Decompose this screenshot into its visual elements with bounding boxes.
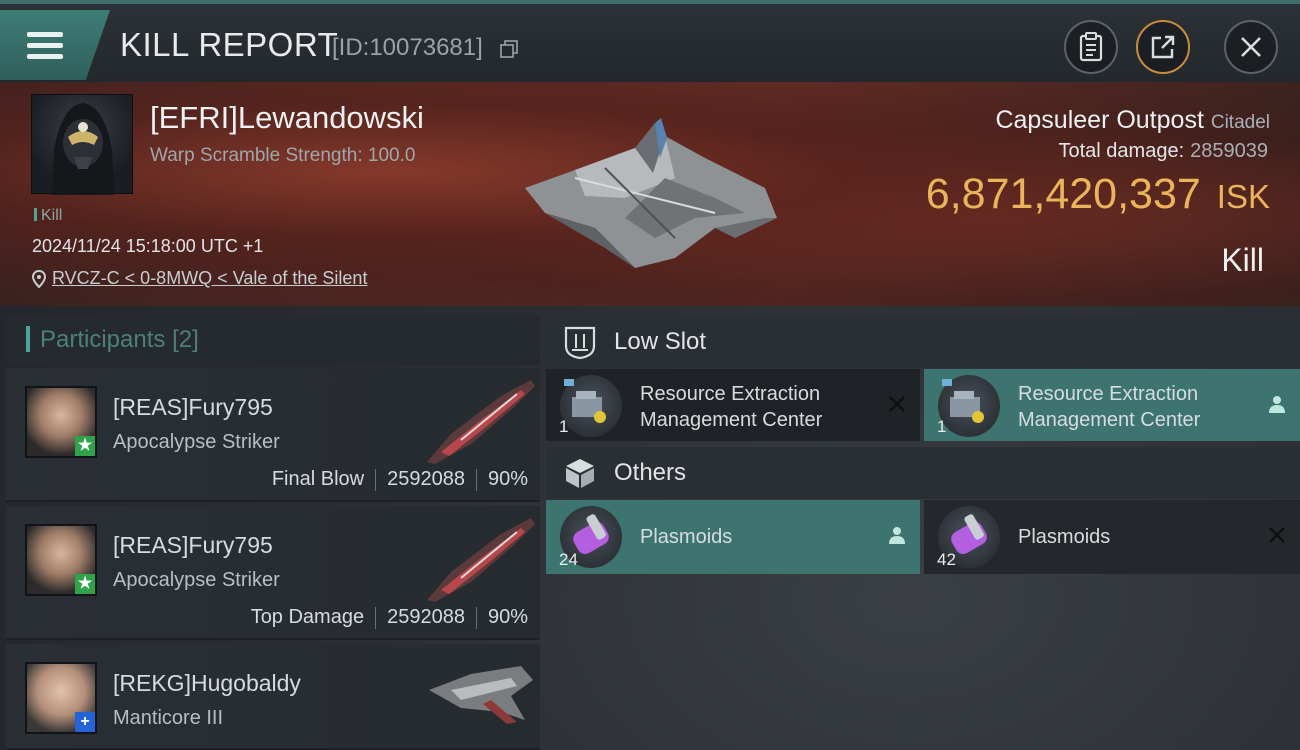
participant-row[interactable]: + [REKG]Hugobaldy Manticore III <box>6 644 540 750</box>
target-structure-name: Capsuleer Outpost <box>995 106 1204 134</box>
person-icon <box>889 527 905 544</box>
cargo-item[interactable]: 24 Plasmoids <box>546 500 920 574</box>
clipboard-icon <box>1079 32 1103 62</box>
close-icon <box>1241 37 1261 57</box>
victim-name[interactable]: [EFRI]Lewandowski <box>150 100 424 136</box>
top-bar: KILL REPORT [ID:10073681] <box>0 0 1300 82</box>
ship-image <box>427 380 535 464</box>
item-name-line2: Management Center <box>1018 409 1201 431</box>
kill-location[interactable]: RVCZ-C < 0-8MWQ < Vale of the Silent <box>32 268 367 289</box>
avatar[interactable]: + <box>25 662 97 734</box>
section-accent-bar <box>26 326 30 352</box>
target-name: Capsuleer Outpost Citadel <box>995 106 1270 135</box>
participants-count: [2] <box>172 326 199 353</box>
participant-name[interactable]: [REAS]Fury795 <box>113 394 273 421</box>
destroyed-close-icon <box>889 396 905 412</box>
ship-image <box>427 518 535 602</box>
person-icon <box>1269 396 1285 413</box>
menu-button[interactable] <box>0 10 110 80</box>
participant-role: Top Damage <box>250 606 365 628</box>
citadel-structure-image <box>525 118 777 268</box>
location-pin-icon <box>32 269 46 288</box>
module-icon <box>560 375 622 437</box>
participant-ship: Apocalypse Striker <box>113 431 280 453</box>
module-slot[interactable]: 1 Resource Extraction Management Center <box>546 369 920 441</box>
total-damage-label: Total damage: <box>1058 140 1185 162</box>
item-name: Resource Extraction Management Center <box>1018 381 1200 433</box>
destroyed-close-icon <box>1269 527 1285 543</box>
participant-row[interactable]: ★ [REAS]Fury795 Apocalypse Striker Top D… <box>6 506 540 640</box>
kill-datetime: 2024/11/24 15:18:00 UTC +1 <box>32 236 264 256</box>
participant-ship: Apocalypse Striker <box>113 569 280 591</box>
participant-damage: 2592088 <box>387 468 465 490</box>
low-slot-icon <box>564 326 596 360</box>
item-name-line2: Management Center <box>640 409 823 431</box>
cargo-item[interactable]: 42 Plasmoids <box>924 500 1300 574</box>
low-slot-label: Low Slot <box>614 328 707 355</box>
kill-tag: Kill <box>34 207 62 225</box>
participants-header: Participants [2] <box>6 316 540 366</box>
target-class: Citadel <box>1210 112 1270 133</box>
participants-label: Participants <box>40 326 166 353</box>
avatar[interactable]: ★ <box>25 524 97 596</box>
isk-value: 6,871,420,337 ISK <box>926 170 1270 219</box>
others-label: Others <box>614 459 687 486</box>
participants-list: ★ [REAS]Fury795 Apocalypse Striker Final… <box>6 368 540 750</box>
participant-row[interactable]: ★ [REAS]Fury795 Apocalypse Striker Final… <box>6 368 540 502</box>
module-slot[interactable]: 1 Resource Extraction Management Center <box>924 369 1300 441</box>
report-id: [ID:10073681] <box>332 34 483 61</box>
page-title: KILL REPORT <box>120 26 339 63</box>
divider <box>375 468 377 491</box>
isk-amount: 6,871,420,337 <box>925 170 1201 218</box>
item-name: Plasmoids <box>640 526 733 548</box>
item-name-line1: Resource Extraction <box>1018 383 1199 405</box>
module-icon <box>938 375 1000 437</box>
pilot-helmet-icon <box>52 103 114 195</box>
participant-stats: Final Blow 2592088 90% <box>272 468 528 491</box>
copy-icon[interactable] <box>500 40 518 58</box>
participants-title: Participants [2] <box>40 326 199 354</box>
item-name: Plasmoids <box>1018 526 1111 548</box>
location-link[interactable]: RVCZ-C < 0-8MWQ < Vale of the Silent <box>52 268 367 289</box>
participant-name[interactable]: [REAS]Fury795 <box>113 532 273 559</box>
participant-percent: 90% <box>487 468 528 490</box>
share-button[interactable] <box>1136 20 1190 74</box>
corp-badge: ★ <box>75 574 95 594</box>
total-damage-value: 2859039 <box>1190 140 1268 162</box>
low-slot-header: Low Slot <box>546 316 1300 368</box>
item-name: Resource Extraction Management Center <box>640 381 822 433</box>
victim-stat: Warp Scramble Strength: 100.0 <box>150 145 416 166</box>
cargo-box-icon <box>566 459 594 488</box>
kill-result: Kill <box>1221 242 1264 278</box>
participant-damage: 2592088 <box>387 606 465 628</box>
item-quantity: 1 <box>937 417 947 436</box>
others-header: Others <box>546 447 1300 499</box>
kill-summary-banner: [EFRI]Lewandowski Warp Scramble Strength… <box>0 82 1300 306</box>
item-name-line1: Resource Extraction <box>640 383 821 405</box>
share-icon <box>1151 35 1175 59</box>
isk-unit: ISK <box>1216 178 1270 215</box>
item-quantity: 42 <box>937 550 956 569</box>
corp-badge: ★ <box>75 436 95 456</box>
victim-portrait[interactable] <box>31 94 133 195</box>
avatar[interactable]: ★ <box>25 386 97 458</box>
item-quantity: 1 <box>559 417 569 436</box>
participant-ship: Manticore III <box>113 707 224 729</box>
divider <box>375 606 377 629</box>
divider <box>475 606 477 629</box>
close-button[interactable] <box>1224 20 1278 74</box>
participant-name[interactable]: [REKG]Hugobaldy <box>113 670 301 697</box>
clipboard-button[interactable] <box>1064 20 1118 74</box>
participant-percent: 90% <box>487 606 528 628</box>
hamburger-icon <box>27 32 63 60</box>
item-quantity: 24 <box>559 550 578 569</box>
ship-image <box>429 666 533 724</box>
corp-badge: + <box>75 712 95 732</box>
total-damage: Total damage: 2859039 <box>1058 140 1268 163</box>
divider <box>475 468 477 491</box>
participant-role: Final Blow <box>271 468 365 490</box>
participant-stats: Top Damage 2592088 90% <box>251 606 528 629</box>
